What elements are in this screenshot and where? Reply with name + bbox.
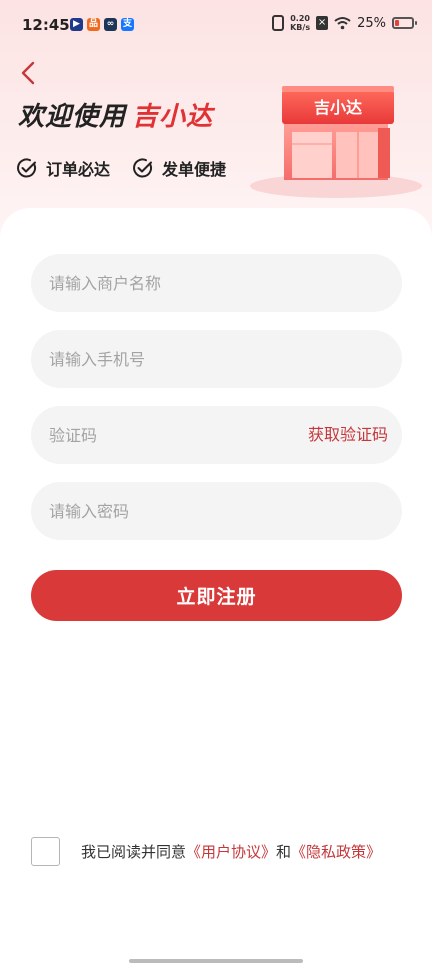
feature-list: 订单必达 发单便捷 bbox=[16, 156, 226, 180]
home-indicator[interactable] bbox=[129, 959, 303, 963]
verification-code-field[interactable]: 获取验证码 bbox=[31, 406, 402, 464]
check-circle-icon bbox=[133, 158, 153, 178]
status-indicators: 0.20 KB/s × 25% bbox=[272, 14, 417, 32]
get-code-button[interactable]: 获取验证码 bbox=[308, 406, 388, 464]
speed-value: 0.20 bbox=[290, 14, 310, 23]
wifi-icon bbox=[334, 17, 351, 30]
user-agreement-link[interactable]: 《用户协议》 bbox=[186, 843, 276, 861]
welcome-prefix: 欢迎使用 bbox=[18, 102, 127, 132]
no-sim-icon: × bbox=[316, 16, 329, 30]
battery-level bbox=[395, 20, 399, 26]
status-bar: 12:45 ▶ 品 ∞ 支 0.20 KB/s × 25% bbox=[0, 0, 432, 52]
app-link-icon: ∞ bbox=[104, 18, 117, 31]
battery-icon bbox=[392, 17, 417, 29]
register-button[interactable]: 立即注册 bbox=[31, 570, 402, 621]
merchant-name-input[interactable] bbox=[31, 254, 402, 312]
feature-label: 订单必达 bbox=[46, 160, 111, 179]
app-alipay-icon: 支 bbox=[121, 18, 134, 31]
feature-label: 发单便捷 bbox=[162, 160, 227, 179]
store-illustration: 吉小达 bbox=[250, 86, 422, 198]
merchant-name-field[interactable] bbox=[31, 254, 402, 312]
status-app-icons: ▶ 品 ∞ 支 bbox=[70, 18, 134, 31]
agreement-prefix: 我已阅读并同意 bbox=[81, 843, 187, 861]
phone-input[interactable] bbox=[31, 330, 402, 388]
privacy-policy-link[interactable]: 《隐私政策》 bbox=[291, 843, 381, 861]
back-arrow-icon[interactable] bbox=[14, 58, 44, 88]
speed-unit: KB/s bbox=[290, 23, 311, 32]
welcome-title: 欢迎使用 吉小达 bbox=[18, 96, 213, 133]
status-time: 12:45 bbox=[22, 16, 70, 34]
vibrate-icon bbox=[272, 15, 285, 31]
password-input[interactable] bbox=[31, 482, 402, 540]
password-field[interactable] bbox=[31, 482, 402, 540]
store-sign-text: 吉小达 bbox=[314, 98, 362, 117]
app-shop-icon: 品 bbox=[87, 18, 100, 31]
feature-item: 发单便捷 bbox=[132, 156, 226, 180]
battery-percent: 25% bbox=[357, 15, 386, 31]
network-speed: 0.20 KB/s bbox=[290, 14, 310, 32]
agreement-row: 我已阅读并同意《用户协议》和《隐私政策》 bbox=[31, 837, 381, 866]
feature-item: 订单必达 bbox=[16, 156, 110, 180]
brand-name: 吉小达 bbox=[132, 102, 214, 132]
check-circle-icon bbox=[17, 158, 37, 178]
app-play-icon: ▶ bbox=[70, 18, 83, 31]
phone-field[interactable] bbox=[31, 330, 402, 388]
agreement-conjunction: 和 bbox=[276, 843, 292, 861]
agreement-text: 我已阅读并同意《用户协议》和《隐私政策》 bbox=[81, 841, 381, 862]
agreement-checkbox[interactable] bbox=[31, 837, 60, 866]
